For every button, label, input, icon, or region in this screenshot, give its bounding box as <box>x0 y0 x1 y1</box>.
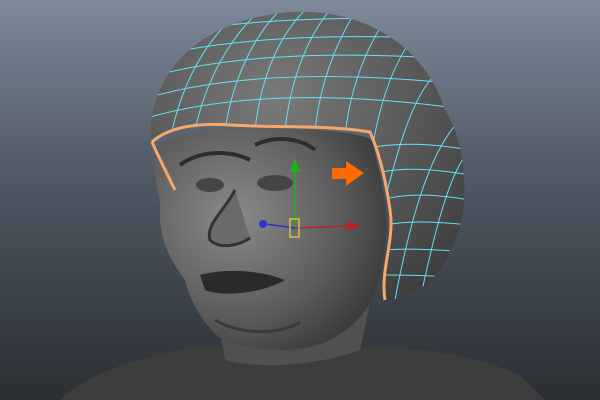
scene <box>60 11 545 400</box>
eye-left <box>196 178 224 192</box>
eye-right <box>257 175 293 191</box>
3d-viewport[interactable] <box>0 0 600 400</box>
